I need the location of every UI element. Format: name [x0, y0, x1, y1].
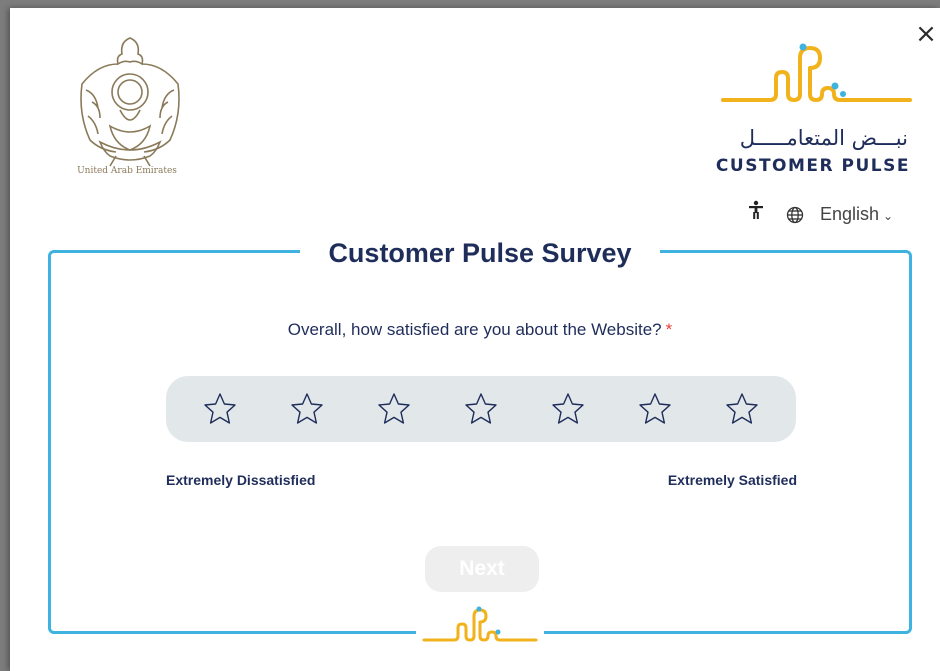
chevron-down-icon: ⌄ [883, 209, 894, 223]
brand-arabic-text: نبـــض المتعامـــــل [739, 126, 908, 150]
survey-title: Customer Pulse Survey [300, 236, 660, 271]
rating-label-high: Extremely Satisfied [667, 472, 797, 488]
star-icon[interactable] [376, 391, 412, 427]
star-icon[interactable] [550, 391, 586, 427]
star-icon[interactable] [463, 391, 499, 427]
close-button[interactable]: × [912, 20, 940, 48]
question-text: Overall, how satisfied are you about the… [48, 320, 912, 340]
uae-caption: United Arab Emirates [77, 166, 177, 176]
brand-english-text: CUSTOMER PULSE [715, 156, 910, 176]
required-mark: * [665, 320, 673, 339]
question-label: Overall, how satisfied are you about the… [287, 320, 662, 339]
star-icon[interactable] [289, 391, 325, 427]
star-icon[interactable] [724, 391, 760, 427]
survey-modal: × United Arab Emirates نبـــض المتعامـــ… [10, 8, 940, 671]
next-button[interactable]: Next [425, 546, 539, 592]
star-rating [166, 376, 796, 442]
star-icon[interactable] [202, 391, 238, 427]
star-icon[interactable] [637, 391, 673, 427]
accessibility-icon[interactable] [748, 200, 764, 220]
language-select[interactable]: English ⌄ [820, 204, 893, 225]
footer-pulse-logo [422, 606, 538, 642]
close-icon: × [915, 19, 937, 49]
language-label: English [820, 204, 880, 224]
rating-label-low: Extremely Dissatisfied [166, 472, 316, 488]
customer-pulse-logo [721, 43, 912, 102]
globe-icon [786, 206, 804, 224]
